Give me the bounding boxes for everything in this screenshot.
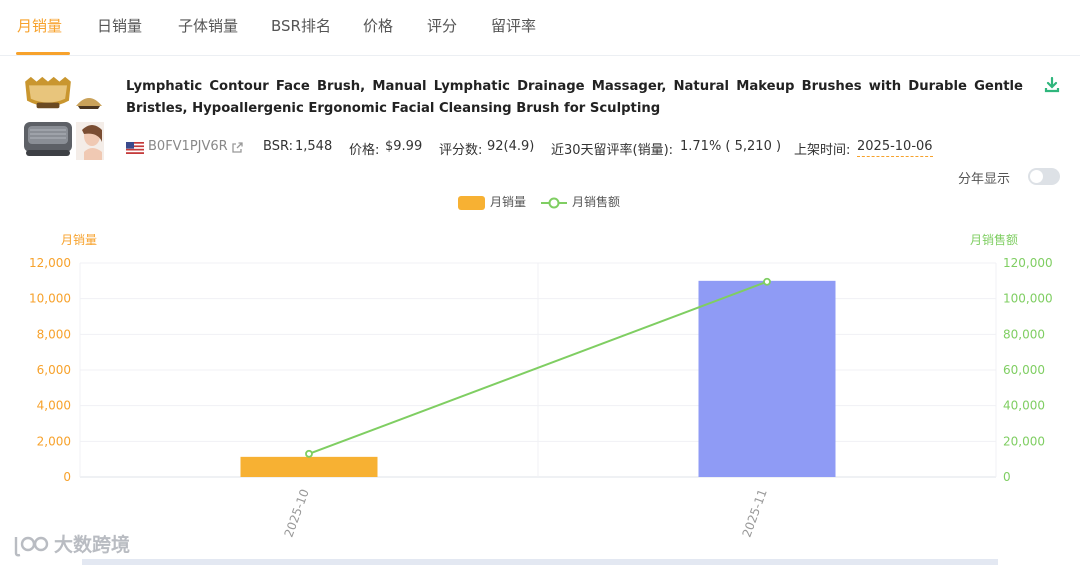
tab-monthly-sales[interactable]: 月销量 xyxy=(17,15,62,36)
legend-line-swatch xyxy=(541,197,567,208)
external-link-icon[interactable] xyxy=(231,142,243,154)
yearly-toggle-label: 分年显示 xyxy=(958,172,1011,187)
rating-value: 92(4.9) xyxy=(487,139,535,154)
legend-monthly-sales[interactable]: 月销量 xyxy=(458,193,527,210)
tab-rating[interactable]: 评分 xyxy=(427,15,457,36)
y-left-tick-label: 12,000 xyxy=(29,256,71,270)
product-title[interactable]: Lymphatic Contour Face Brush, Manual Lym… xyxy=(126,76,1023,120)
horizontal-scrollbar[interactable] xyxy=(82,559,998,565)
y-left-tick-label: 10,000 xyxy=(29,292,71,306)
review-rate-label: 近30天留评率(销量): xyxy=(551,143,674,158)
active-tab-indicator xyxy=(16,52,70,55)
legend-monthly-sales-label: 月销量 xyxy=(490,195,527,209)
legend-monthly-revenue[interactable]: 月销售额 xyxy=(541,193,620,209)
model-face-image xyxy=(76,122,104,160)
watermark-text: 大数跨境 xyxy=(54,534,131,556)
product-image[interactable] xyxy=(22,74,104,162)
price-label: 价格: xyxy=(349,143,380,158)
y-left-tick-label: 4,000 xyxy=(37,399,71,413)
toggle-knob xyxy=(1030,170,1043,183)
y-left-tick-label: 8,000 xyxy=(37,327,71,341)
y-right-tick-label: 100,000 xyxy=(1003,292,1053,306)
y-right-tick-label: 60,000 xyxy=(1003,363,1045,377)
download-icon[interactable] xyxy=(1044,77,1060,93)
watermark-logo-icon xyxy=(14,536,49,556)
revenue-point-2025-11 xyxy=(763,277,771,286)
brush-top-view-image xyxy=(25,76,71,109)
x-tick-label: 2025-11 xyxy=(740,487,770,539)
tab-bar: 月销量 日销量 子体销量 BSR排名 价格 评分 留评率 xyxy=(0,0,1080,56)
y-right-tick-label: 80,000 xyxy=(1003,327,1045,341)
y-right-tick-label: 40,000 xyxy=(1003,399,1045,413)
bsr-label: BSR: xyxy=(263,139,293,154)
y-axis-right-title: 月销售额 xyxy=(970,232,1018,247)
y-left-tick-label: 2,000 xyxy=(37,434,71,448)
price-value: $9.99 xyxy=(385,139,423,154)
listed-date-label: 上架时间: xyxy=(794,143,851,158)
brush-grey-image xyxy=(24,122,72,156)
y-right-tick-label: 0 xyxy=(1003,470,1011,484)
yearly-toggle[interactable] xyxy=(1028,168,1060,185)
legend-bar-swatch xyxy=(458,195,485,210)
y-left-tick-label: 0 xyxy=(63,470,71,484)
x-tick-label: 2025-10 xyxy=(282,487,312,539)
listed-date-value[interactable]: 2025-10-06 xyxy=(857,139,933,157)
y-axis-left-title: 月销量 xyxy=(61,233,97,247)
asin-value[interactable]: B0FV1PJV6R xyxy=(148,139,228,157)
rating-label: 评分数: xyxy=(439,143,483,158)
y-right-tick-label: 120,000 xyxy=(1003,256,1053,270)
tab-daily-sales[interactable]: 日销量 xyxy=(97,15,142,36)
revenue-point-2025-10 xyxy=(305,449,313,458)
us-flag-icon xyxy=(126,142,144,154)
tab-review-rate[interactable]: 留评率 xyxy=(491,15,536,36)
watermark: 大数跨境 xyxy=(10,530,130,559)
tab-variant-sales[interactable]: 子体销量 xyxy=(178,15,238,36)
bsr-value: 1,548 xyxy=(295,139,333,154)
bar-2025-10 xyxy=(240,456,378,477)
y-right-tick-label: 20,000 xyxy=(1003,434,1045,448)
brush-side-view-image xyxy=(76,98,102,109)
tab-bsr-rank[interactable]: BSR排名 xyxy=(271,15,331,36)
legend-monthly-revenue-label: 月销售额 xyxy=(572,195,621,209)
review-rate-value: 1.71% ( 5,210 ) xyxy=(680,139,782,154)
tab-price[interactable]: 价格 xyxy=(363,15,393,36)
sales-chart: 月销量 月销售额 0 0 2,000 20,000 4,000 40,000 6,000 60,0… xyxy=(29,232,1053,539)
y-left-tick-label: 6,000 xyxy=(37,363,71,377)
bar-2025-11 xyxy=(698,280,836,477)
